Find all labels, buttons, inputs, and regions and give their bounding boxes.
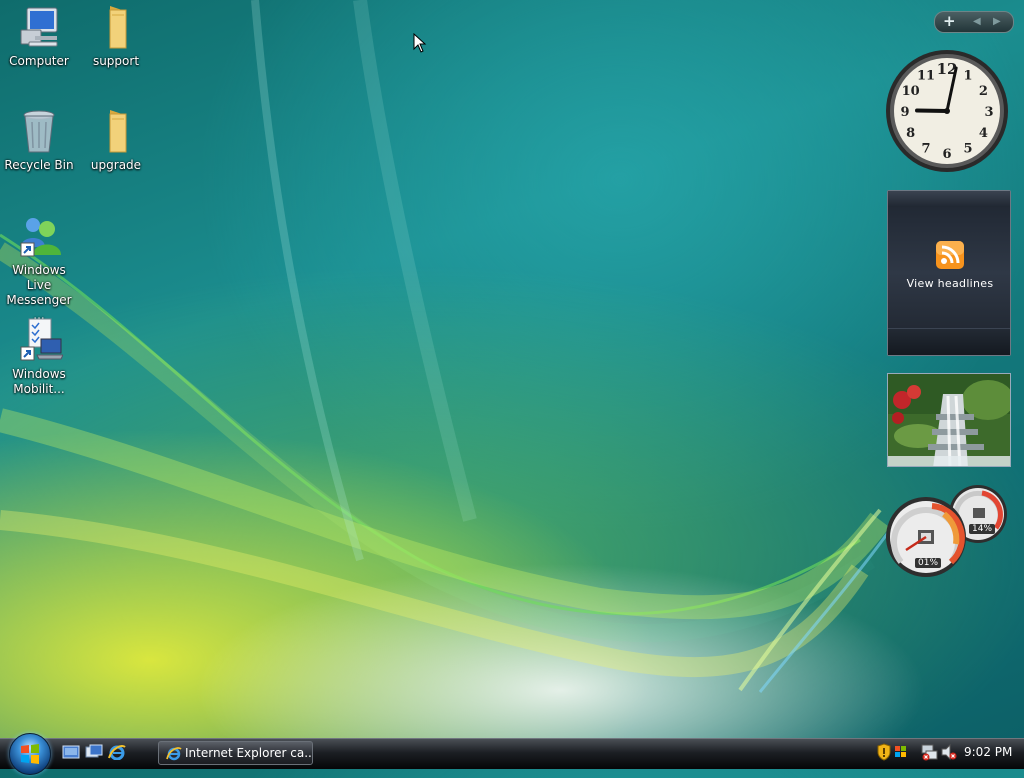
desktop-icon-label: Recycle Bin [4,158,74,172]
desktop-icon-label: Computer [9,54,69,68]
recycle-bin-icon [15,108,63,156]
slideshow-gadget[interactable] [887,373,1011,467]
volume-muted-icon[interactable] [940,742,958,762]
desktop-icon-windows-live-messenger[interactable]: Windows Live Messenger ... [1,213,77,323]
desktop-icon-label: upgrade [90,158,142,172]
previous-gadget-page-button[interactable]: ◀ [973,13,981,31]
desktop-icon-computer[interactable]: Computer [1,4,77,69]
clock-numeral: 9 [900,105,909,120]
desktop-icon-label: Windows Mobilit... [12,367,66,396]
clock-numeral: 6 [942,147,951,162]
computer-icon [15,4,63,52]
slideshow-image [888,374,1010,466]
clock-numeral: 4 [979,126,988,141]
show-desktop-icon[interactable] [62,744,80,760]
desktop-icon-upgrade[interactable]: upgrade [78,108,154,173]
messenger-icon [15,213,63,261]
next-gadget-page-button[interactable]: ▶ [993,13,1001,31]
clock-numeral: 8 [906,126,915,141]
mobility-center-icon [15,317,64,365]
desktop-icon-windows-mobility-center[interactable]: Windows Mobilit... [1,317,77,397]
cpu-meter-gadget[interactable]: 01% 14% [884,484,1010,578]
feed-header-bar [888,191,1010,207]
clock-numeral: 2 [979,84,988,99]
clock-numeral: 5 [963,141,972,156]
clock-numeral: 3 [984,105,993,120]
desktop-icon-label: support [92,54,140,68]
feed-headlines-gadget[interactable]: View headlines [887,190,1011,356]
security-shield-icon[interactable] [876,742,892,762]
taskbar-clock[interactable]: 9:02 PM [964,745,1012,759]
add-gadget-button[interactable]: + [943,12,956,31]
memory-usage-label: 14% [969,524,996,534]
clock-numeral: 7 [921,141,930,156]
clock-numeral: 10 [902,84,920,99]
desktop-icon-recycle-bin[interactable]: Recycle Bin [1,108,77,173]
network-icon[interactable] [920,742,938,762]
clock-gadget[interactable]: 12 1 2 3 4 5 6 7 8 9 10 11 [884,48,1010,174]
switch-windows-icon[interactable] [85,744,103,760]
feed-footer-bar [888,328,1010,355]
internet-explorer-icon[interactable] [108,744,126,760]
folder-icon [92,4,140,52]
clock-hour-hand [915,108,949,113]
desktop-icon-support[interactable]: support [78,4,154,69]
taskbar-button-label: Internet Explorer ca... [185,746,313,760]
taskbar [0,738,1024,769]
clock-numeral: 11 [917,69,935,84]
desktop-icon-label: Windows Live Messenger ... [6,263,72,322]
sidebar-gadget-toolbar: + ◀ ▶ [934,11,1014,33]
cpu-usage-label: 01% [915,558,942,568]
rss-icon [936,241,964,269]
view-headlines-link[interactable]: View headlines [888,277,1012,290]
taskbar-button-internet-explorer[interactable]: Internet Explorer ca... [158,741,313,765]
clock-numeral: 1 [963,69,972,84]
folder-icon [92,108,140,156]
start-button[interactable] [9,733,51,775]
mouse-cursor-icon [413,33,427,53]
clock-face: 12 1234567891011 [886,50,1008,172]
start-orb-icon [21,744,39,764]
windows-update-icon[interactable] [893,742,909,762]
internet-explorer-icon [166,747,182,761]
